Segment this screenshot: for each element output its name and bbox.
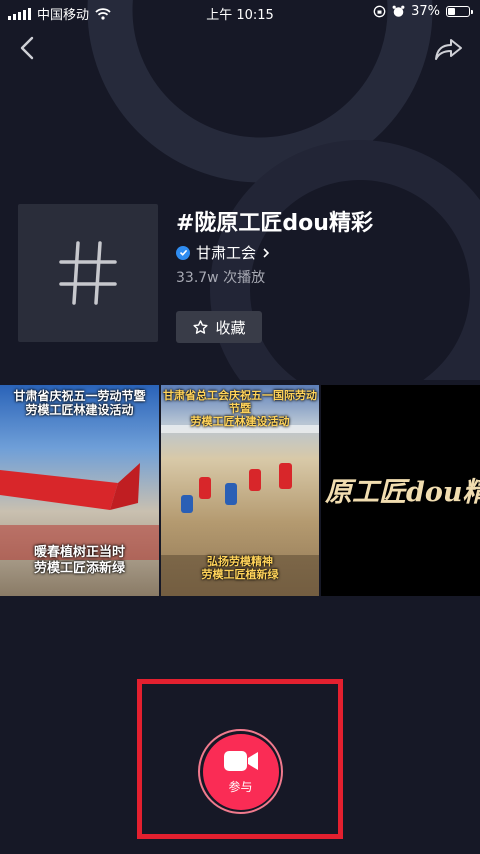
battery-percent: 37%	[411, 4, 440, 19]
video-1-caption-bottom: 暖春植树正当时 劳模工匠添新绿	[33, 545, 125, 576]
video-2-caption-bottom: 弘扬劳模精神 劳模工匠植新绿	[201, 555, 279, 582]
topic-cover	[18, 204, 158, 342]
creator-name: 甘肃工会	[196, 244, 257, 262]
video-3-caption: 原工匠dou精	[325, 477, 480, 508]
battery-icon	[446, 6, 473, 17]
orientation-lock-icon	[373, 5, 386, 18]
chevron-right-icon	[263, 247, 270, 258]
topic-title: #陇原工匠dou精彩	[176, 211, 373, 236]
video-grid: 甘肃省庆祝五一劳动节暨 劳模工匠林建设活动 暖春植树正当时 劳模工匠添新绿 甘肃…	[0, 385, 480, 596]
star-outline-icon	[193, 319, 209, 334]
video-thumbnail-3[interactable]: 原工匠dou精	[321, 385, 480, 596]
video-1-caption-top: 甘肃省庆祝五一劳动节暨 劳模工匠林建设活动	[13, 389, 146, 418]
join-button[interactable]: 参与	[198, 729, 283, 814]
status-bar: 中国移动 上午 10:15 37%	[0, 0, 480, 24]
share-button[interactable]	[432, 34, 466, 64]
hash-icon	[59, 241, 117, 305]
alarm-icon	[392, 5, 405, 17]
favorite-label: 收藏	[215, 318, 246, 337]
back-button[interactable]	[14, 32, 42, 64]
verified-icon	[176, 245, 190, 260]
favorite-button[interactable]: 收藏	[176, 311, 262, 343]
video-camera-icon	[223, 750, 258, 771]
video-thumbnail-2[interactable]: 甘肃省总工会庆祝五一国际劳动节暨 劳模工匠林建设活动 弘扬劳模精神 劳模工匠植新…	[161, 385, 319, 596]
video-2-caption-top: 甘肃省总工会庆祝五一国际劳动节暨 劳模工匠林建设活动	[163, 389, 317, 429]
join-button-inner: 参与	[202, 733, 279, 810]
join-label: 参与	[228, 779, 253, 794]
video-thumbnail-1[interactable]: 甘肃省庆祝五一劳动节暨 劳模工匠林建设活动 暖春植树正当时 劳模工匠添新绿	[0, 385, 159, 596]
play-count: 33.7w 次播放	[176, 270, 266, 286]
creator-link[interactable]: 甘肃工会	[176, 242, 270, 263]
